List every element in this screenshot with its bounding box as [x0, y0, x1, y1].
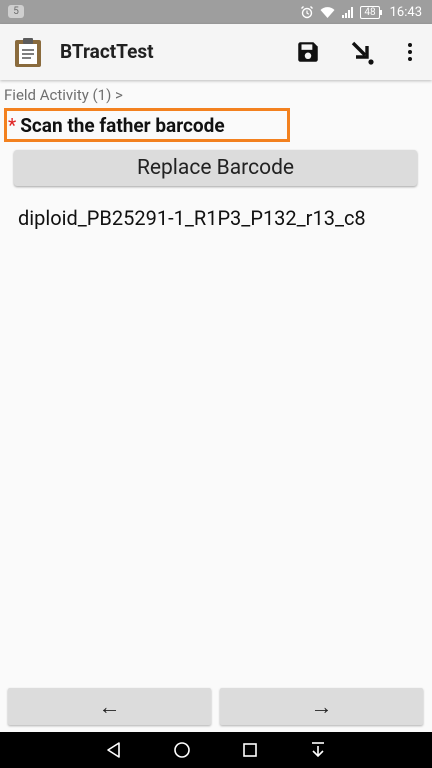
question-text: Scan the father barcode [20, 114, 225, 137]
status-icons: 48 16:43 [300, 0, 422, 24]
replace-barcode-button[interactable]: Replace Barcode [14, 150, 417, 186]
system-recents-icon[interactable] [240, 740, 260, 760]
system-home-icon[interactable] [172, 740, 192, 760]
jump-icon [351, 41, 374, 65]
back-button[interactable]: ← [8, 688, 211, 725]
signal-icon [342, 6, 354, 18]
system-back-icon[interactable] [104, 740, 124, 760]
arrow-left-icon: ← [98, 693, 121, 719]
required-marker: * [8, 114, 17, 137]
clipboard-icon [15, 38, 41, 67]
battery-icon: 48 [360, 5, 382, 19]
wifi-icon [320, 6, 335, 18]
breadcrumb[interactable]: Field Activity (1) > [4, 86, 123, 104]
system-nav-bar [0, 732, 432, 768]
save-button[interactable] [292, 36, 324, 68]
more-options-button[interactable] [394, 36, 426, 68]
notification-badge: 5 [8, 5, 24, 18]
arrow-right-icon: → [310, 693, 333, 719]
alarm-icon [301, 6, 314, 19]
question-label: * Scan the father barcode [8, 114, 225, 137]
barcode-value: diploid_PB25291-1_R1P3_P132_r13_c8 [18, 206, 366, 230]
app-title: BTractTest [60, 40, 154, 63]
system-notification-pull-icon[interactable] [308, 740, 328, 760]
app-bar: BTractTest [0, 24, 432, 80]
more-vert-icon [408, 43, 412, 61]
forward-button[interactable]: → [220, 688, 423, 725]
status-bar: 5 48 16:43 [0, 0, 432, 24]
jump-button[interactable] [346, 36, 378, 68]
save-icon [298, 42, 318, 62]
clock: 16:43 [389, 4, 422, 20]
